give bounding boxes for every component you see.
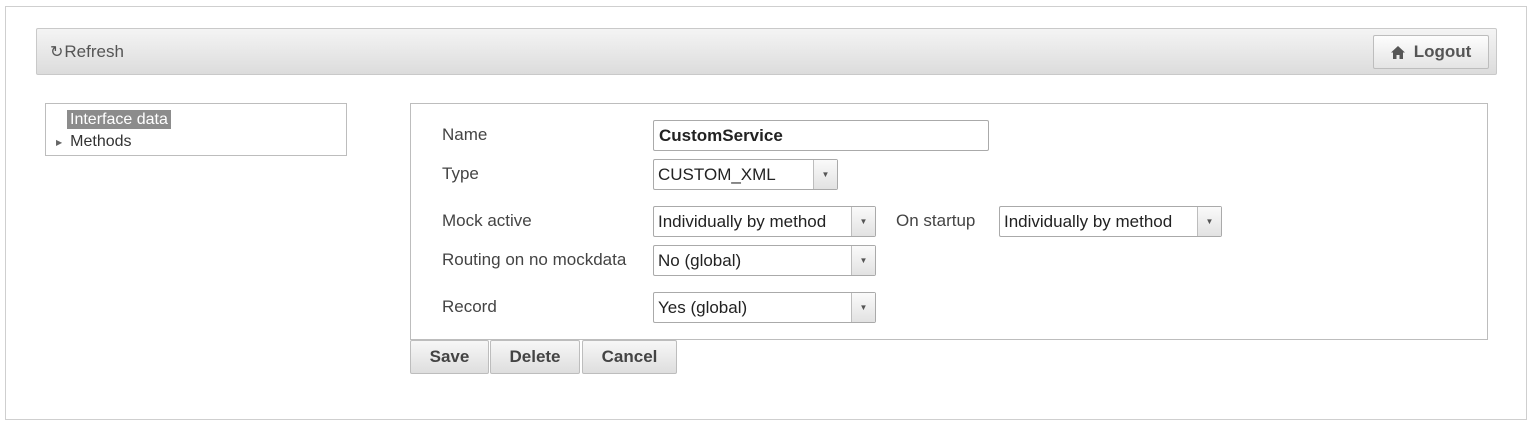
delete-button[interactable]: Delete (490, 340, 580, 374)
tree-item-interface-data[interactable]: Interface data (67, 110, 171, 129)
record-label: Record (442, 297, 497, 316)
save-button[interactable]: Save (410, 340, 489, 374)
chevron-down-icon: ▼ (859, 256, 868, 265)
chevron-down-icon: ▼ (1205, 217, 1214, 226)
refresh-label: Refresh (64, 42, 124, 61)
record-dropdown-button[interactable]: ▼ (851, 293, 875, 322)
on-startup-dropdown-button[interactable]: ▼ (1197, 207, 1221, 236)
record-select-value: Yes (global) (658, 298, 748, 317)
routing-select[interactable]: No (global) ▼ (653, 245, 876, 276)
name-input[interactable] (653, 120, 989, 151)
tree-item-methods-label: Methods (70, 133, 132, 150)
chevron-down-icon: ▼ (821, 170, 830, 179)
logout-label: Logout (1413, 42, 1472, 61)
chevron-down-icon: ▼ (859, 303, 868, 312)
refresh-button[interactable]: ↻ Refresh (50, 42, 124, 62)
on-startup-label: On startup (896, 211, 976, 230)
mock-active-select[interactable]: Individually by method ▼ (653, 206, 876, 237)
navigation-tree: Interface data ▶ Methods (45, 103, 347, 156)
toolbar: ↻ Refresh Logout (36, 28, 1497, 75)
logout-button[interactable]: Logout (1373, 35, 1489, 69)
type-label: Type (442, 164, 479, 183)
chevron-down-icon: ▼ (859, 217, 868, 226)
type-select[interactable]: CUSTOM_XML ▼ (653, 159, 838, 190)
mock-active-dropdown-button[interactable]: ▼ (851, 207, 875, 236)
on-startup-select[interactable]: Individually by method ▼ (999, 206, 1222, 237)
refresh-icon: ↻ (50, 44, 64, 61)
routing-select-value: No (global) (658, 251, 742, 270)
type-select-value: CUSTOM_XML (658, 165, 776, 184)
expand-arrow-icon[interactable]: ▶ (56, 138, 62, 147)
mock-active-label: Mock active (442, 211, 532, 230)
mock-active-select-value: Individually by method (658, 212, 827, 231)
on-startup-select-value: Individually by method (1004, 212, 1173, 231)
home-icon (1390, 45, 1405, 59)
cancel-button[interactable]: Cancel (582, 340, 677, 374)
routing-label: Routing on no mockdata (442, 250, 627, 269)
name-label: Name (442, 125, 488, 144)
tree-item-methods[interactable]: ▶ Methods (56, 132, 132, 152)
record-select[interactable]: Yes (global) ▼ (653, 292, 876, 323)
type-dropdown-button[interactable]: ▼ (813, 160, 837, 189)
routing-dropdown-button[interactable]: ▼ (851, 246, 875, 275)
